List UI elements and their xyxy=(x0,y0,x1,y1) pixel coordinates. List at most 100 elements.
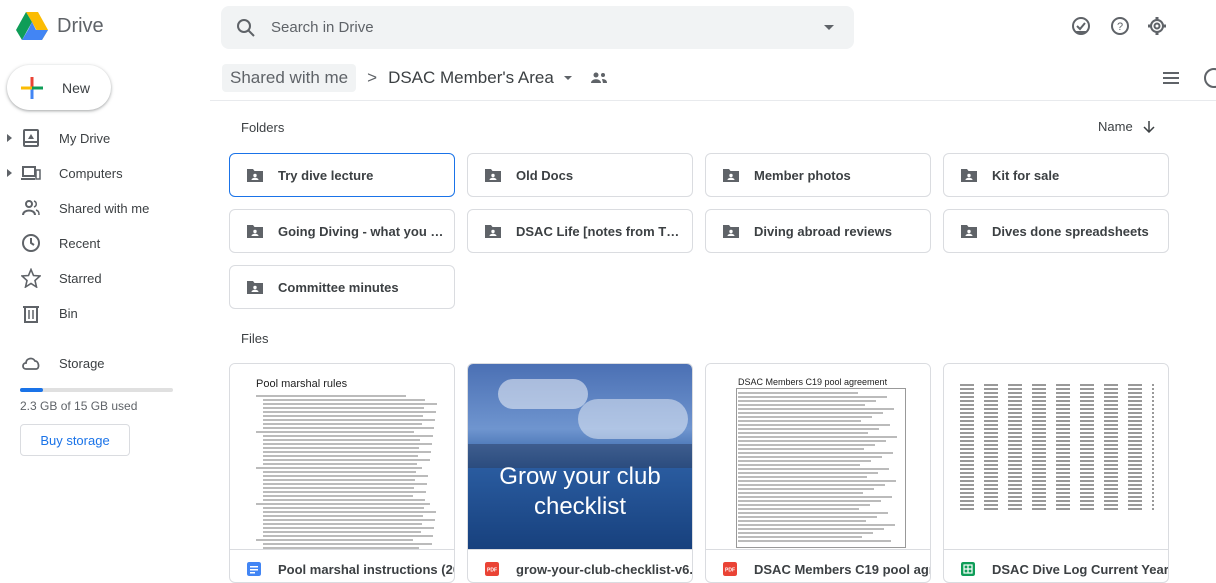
header-divider xyxy=(210,100,1216,101)
pdf-badge-text: PDF xyxy=(487,568,497,574)
folder-shared-icon xyxy=(247,281,263,294)
thumbnail-title: DSAC Members C19 pool agreement xyxy=(738,377,888,387)
settings-icon[interactable] xyxy=(1146,15,1168,37)
thumbnail-line xyxy=(263,411,436,413)
folder-card[interactable]: Member photos xyxy=(705,153,931,197)
sort-label: Name xyxy=(1098,119,1133,134)
search-icon[interactable] xyxy=(234,16,258,40)
folder-card[interactable]: Dives done spreadsheets xyxy=(943,209,1169,253)
spreadsheet-row xyxy=(960,476,1154,478)
folder-card[interactable]: Old Docs xyxy=(467,153,693,197)
sidebar-item-starred[interactable]: Starred xyxy=(0,262,200,294)
spreadsheet-row xyxy=(960,456,1154,458)
sidebar-item-recent[interactable]: Recent xyxy=(0,227,200,259)
app-name: Drive xyxy=(57,14,104,37)
folder-card[interactable]: Try dive lecture xyxy=(229,153,455,197)
folder-shared-icon xyxy=(723,225,739,238)
sidebar-item-label: Shared with me xyxy=(59,200,150,216)
info-icon[interactable] xyxy=(1201,66,1216,90)
cloud-shape xyxy=(498,379,588,409)
sidebar-item-label: Starred xyxy=(59,270,102,286)
arrow-down-icon[interactable] xyxy=(1143,120,1155,133)
thumbnail-line xyxy=(263,447,419,449)
folder-menu-icon[interactable] xyxy=(563,76,572,80)
file-card[interactable]: DSAC Members C19 pool agreement PDF DSAC… xyxy=(705,363,931,583)
expand-arrow-icon[interactable] xyxy=(7,169,12,177)
thumbnail-line xyxy=(263,547,419,549)
folder-card[interactable]: Diving abroad reviews xyxy=(705,209,931,253)
expand-arrow-icon[interactable] xyxy=(7,134,12,142)
google-sheets-icon xyxy=(961,562,975,576)
file-card[interactable]: DSAC Dive Log Current Year xyxy=(943,363,1169,583)
thumbnail-photo: Grow your club checklist xyxy=(468,364,692,549)
breadcrumb: Shared with me > DSAC Member's Area xyxy=(222,63,608,93)
folder-card[interactable]: Committee minutes xyxy=(229,265,455,309)
my-drive-icon xyxy=(23,129,39,147)
folder-shared-icon xyxy=(961,169,977,182)
spreadsheet-row xyxy=(960,420,1154,422)
spreadsheet-row xyxy=(960,404,1154,406)
folder-card[interactable]: Going Diving - what you need xyxy=(229,209,455,253)
folder-name: Dives done spreadsheets xyxy=(992,223,1149,239)
breadcrumb-shared-with-me[interactable]: Shared with me xyxy=(222,64,357,92)
shared-with-me-icon xyxy=(22,200,40,216)
spreadsheet-row xyxy=(960,448,1154,450)
folder-card[interactable]: Kit for sale xyxy=(943,153,1169,197)
top-bar: Drive ? xyxy=(0,0,1216,56)
spreadsheet-row xyxy=(960,468,1154,470)
file-name: DSAC Dive Log Current Year xyxy=(992,561,1169,577)
star-icon xyxy=(21,268,41,288)
new-button[interactable]: New xyxy=(7,65,111,110)
offline-ready-icon[interactable] xyxy=(1070,15,1092,37)
sidebar-item-shared-with-me[interactable]: Shared with me xyxy=(0,192,200,224)
svg-text:?: ? xyxy=(1117,21,1123,33)
folder-shared-icon xyxy=(485,169,501,182)
buy-storage-button[interactable]: Buy storage xyxy=(20,424,130,456)
pdf-icon: PDF xyxy=(723,562,737,576)
drive-logo[interactable]: Drive xyxy=(16,12,104,40)
new-button-label: New xyxy=(62,79,91,96)
thumbnail-line xyxy=(263,403,437,405)
folder-name: Try dive lecture xyxy=(278,167,374,183)
thumbnail-line xyxy=(263,419,435,421)
search-bar[interactable] xyxy=(221,6,854,49)
spreadsheet-row xyxy=(960,416,1154,418)
thumbnail-line xyxy=(263,463,417,465)
spreadsheet-row xyxy=(960,480,1154,482)
sidebar-item-my-drive[interactable]: My Drive xyxy=(0,122,200,154)
spreadsheet-row xyxy=(960,424,1154,426)
spreadsheet-row xyxy=(960,400,1154,402)
thumbnail-line xyxy=(263,407,424,409)
thumbnail-line xyxy=(263,531,421,533)
google-doc-icon xyxy=(247,562,261,576)
file-name: Pool marshal instructions (20... xyxy=(278,561,455,577)
thumbnail-line xyxy=(263,515,423,517)
thumbnail-line xyxy=(263,491,426,493)
file-card[interactable]: Grow your club checklist PDF grow-your-cl… xyxy=(467,363,693,583)
sidebar-item-label: Storage xyxy=(59,355,105,371)
file-card[interactable]: Pool marshal rules Pool marshal instruct… xyxy=(229,363,455,583)
thumbnail-line xyxy=(263,511,436,513)
thumbnail-line xyxy=(263,527,434,529)
pdf-badge-text: PDF xyxy=(725,568,735,574)
list-view-icon[interactable] xyxy=(1162,70,1180,86)
breadcrumb-current-folder[interactable]: DSAC Member's Area xyxy=(388,68,554,88)
thumbnail-line xyxy=(256,539,413,541)
sidebar-item-computers[interactable]: Computers xyxy=(0,157,200,189)
search-input[interactable] xyxy=(271,19,791,36)
sidebar-item-storage[interactable]: Storage xyxy=(0,347,200,379)
help-icon[interactable]: ? xyxy=(1109,15,1131,37)
folder-card[interactable]: DSAC Life [notes from Thursd... xyxy=(467,209,693,253)
spreadsheet-row xyxy=(960,436,1154,438)
thumbnail-line xyxy=(263,535,433,537)
sort-by-name[interactable]: Name xyxy=(1098,119,1155,134)
thumbnail-line xyxy=(263,479,415,481)
spreadsheet-row xyxy=(960,408,1154,410)
sidebar: New My Drive Computers Shared with me Re… xyxy=(0,56,200,583)
pdf-icon: PDF xyxy=(485,562,499,576)
thumbnail-line xyxy=(263,455,418,457)
folder-name: Kit for sale xyxy=(992,167,1060,183)
sidebar-item-bin[interactable]: Bin xyxy=(0,297,200,329)
search-options-icon[interactable] xyxy=(824,25,834,30)
thumbnail-line xyxy=(263,423,422,425)
